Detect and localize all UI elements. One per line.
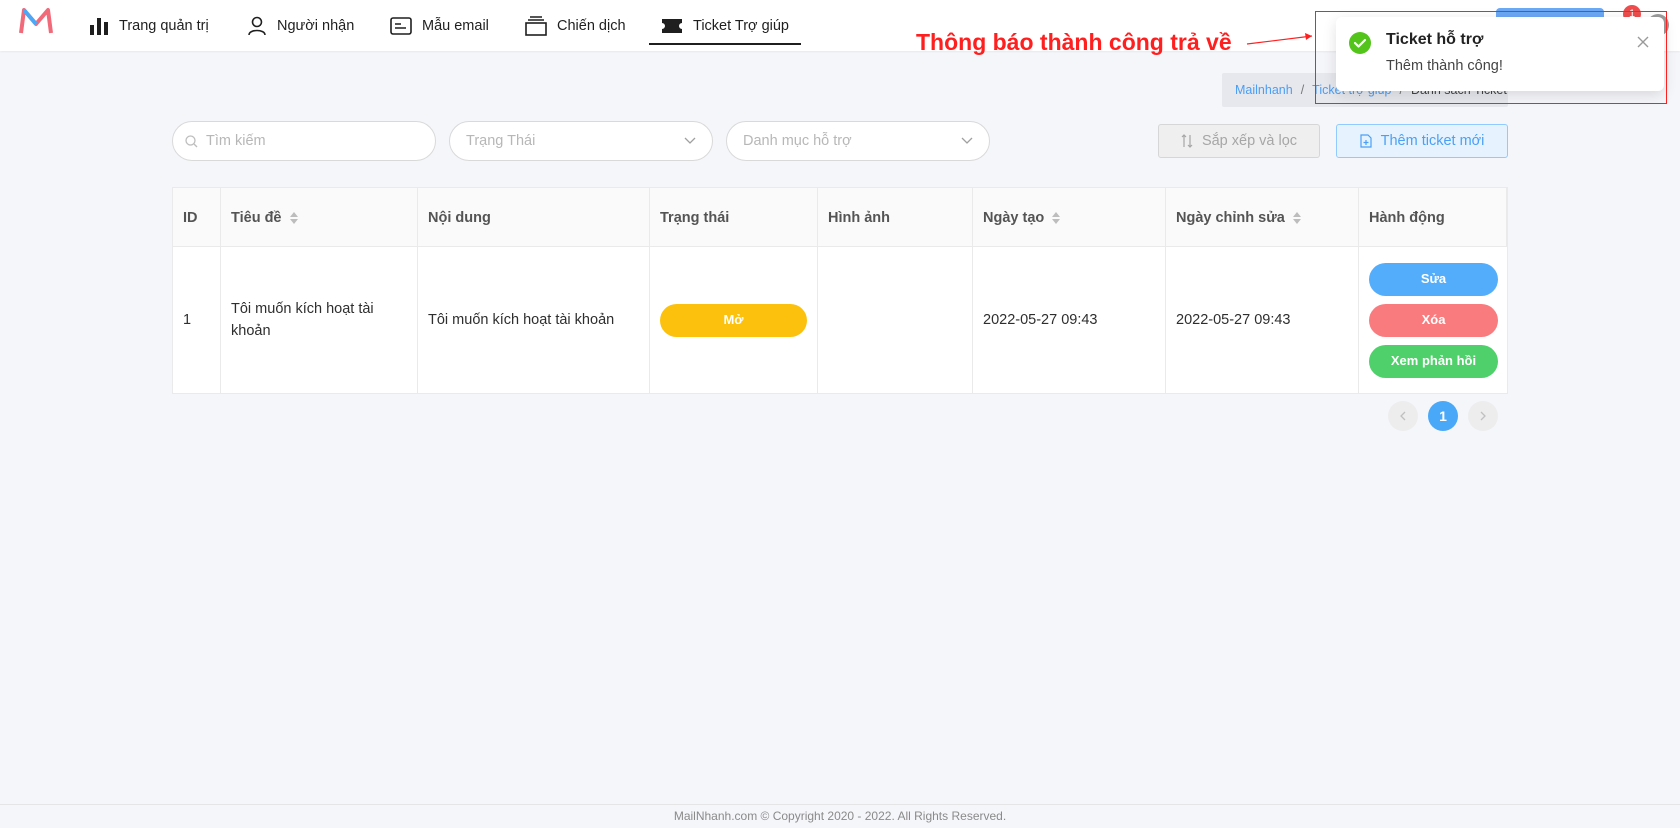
page-button-current[interactable]: 1 [1428, 401, 1458, 431]
status-badge: Mở [660, 303, 807, 337]
sort-icon[interactable] [1292, 211, 1301, 224]
cell-status: Mở [650, 247, 818, 393]
delete-button[interactable]: Xóa [1369, 303, 1498, 337]
status-select[interactable]: Trạng Thái [449, 121, 713, 161]
annotation-highlight-box [1315, 11, 1667, 104]
chevron-down-icon [684, 137, 696, 144]
nav-item-campaigns[interactable]: Chiến dịch [525, 0, 626, 51]
sort-icon[interactable] [1052, 211, 1061, 224]
column-header-image: Hình ảnh [818, 188, 973, 247]
cell-actions: Sửa Xóa Xem phản hồi [1359, 247, 1507, 393]
column-header-created[interactable]: Ngày tạo [973, 188, 1166, 247]
add-ticket-button[interactable]: Thêm ticket mới [1336, 124, 1508, 158]
nav-item-recipients[interactable]: Người nhận [247, 0, 354, 51]
annotation-arrow-icon [1246, 33, 1313, 45]
cell-title: Tôi muốn kích hoạt tài khoản [221, 247, 418, 393]
user-icon [248, 16, 266, 35]
column-header-content: Nội dung [418, 188, 650, 247]
prev-page-button[interactable] [1388, 401, 1418, 431]
nav-label: Chiến dịch [557, 17, 626, 34]
footer-divider [0, 804, 1680, 805]
mailnhanh-logo[interactable] [18, 6, 54, 36]
chevron-left-icon [1400, 411, 1406, 421]
breadcrumb-separator: / [1300, 83, 1305, 97]
chevron-down-icon [961, 137, 973, 144]
next-page-button[interactable] [1468, 401, 1498, 431]
tickets-table: ID Tiêu đề Nội dung Trạng thái Hình ảnh … [172, 187, 1508, 394]
sort-filter-button[interactable]: Sắp xếp và lọc [1158, 124, 1320, 158]
sort-icon[interactable] [289, 211, 298, 224]
nav-label: Mẫu email [422, 17, 489, 34]
view-reply-button[interactable]: Xem phản hồi [1369, 344, 1498, 378]
search-box[interactable] [172, 121, 436, 161]
nav-label: Ticket Trợ giúp [693, 17, 789, 34]
footer-copyright: MailNhanh.com © Copyright 2020 - 2022. A… [673, 809, 1007, 823]
nav-item-email-templates[interactable]: Mẫu email [390, 0, 489, 51]
sort-filter-label: Sắp xếp và lọc [1201, 133, 1298, 149]
cell-created: 2022-05-27 09:43 [973, 247, 1166, 393]
search-input[interactable] [206, 133, 426, 149]
nav-label: Người nhận [277, 17, 355, 34]
cell-content: Tôi muốn kích hoạt tài khoản [418, 247, 650, 393]
column-header-title[interactable]: Tiêu đề [221, 188, 418, 247]
category-select-placeholder: Danh mục hỗ trợ [743, 133, 852, 149]
ticket-icon [662, 18, 682, 33]
bar-chart-icon [90, 17, 108, 35]
status-select-placeholder: Trạng Thái [466, 133, 536, 149]
sort-icon [1181, 134, 1193, 148]
column-header-id: ID [173, 188, 221, 247]
email-template-icon [390, 16, 412, 35]
campaign-stack-icon [525, 15, 547, 36]
cell-image [818, 247, 973, 393]
search-icon [185, 134, 198, 147]
nav-label: Trang quản trị [119, 17, 209, 34]
column-header-modified[interactable]: Ngày chỉnh sửa [1166, 188, 1359, 247]
cell-modified: 2022-05-27 09:43 [1166, 247, 1359, 393]
file-add-icon [1360, 134, 1372, 148]
cell-id: 1 [173, 247, 221, 393]
add-ticket-label: Thêm ticket mới [1380, 133, 1485, 149]
nav-item-dashboard[interactable]: Trang quản trị [89, 0, 209, 51]
annotation-label: Thông báo thành công trả về [916, 29, 1232, 55]
breadcrumb-home[interactable]: Mailnhanh [1235, 83, 1293, 97]
chevron-right-icon [1480, 411, 1486, 421]
category-select[interactable]: Danh mục hỗ trợ [726, 121, 990, 161]
edit-button[interactable]: Sửa [1369, 262, 1498, 296]
column-header-status: Trạng thái [650, 188, 818, 247]
column-header-actions: Hành động [1359, 188, 1507, 247]
nav-item-support-tickets[interactable]: Ticket Trợ giúp [649, 0, 801, 51]
